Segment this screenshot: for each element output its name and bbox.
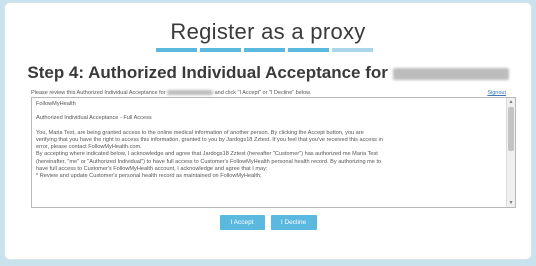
progress-step-3 (244, 48, 285, 52)
redacted-patient-name (392, 67, 509, 80)
scrollbar-thumb[interactable] (508, 107, 514, 151)
agreement-line: error, please contact FollowMyHealth.com… (36, 144, 142, 151)
agreement-text: FollowMyHealth Authorized Individual Acce… (36, 101, 502, 181)
step-title-text: Step 4: Authorized Individual Acceptance… (27, 63, 388, 82)
progress-step-2 (200, 48, 241, 52)
signout-link[interactable]: Signout (487, 90, 506, 96)
instruction-before: Please review this Authorized Individual… (31, 90, 166, 96)
accept-button[interactable]: I Accept (219, 215, 265, 230)
agreement-line: verifying that you have the right to acc… (36, 136, 383, 143)
agreement-line: have full access to Customer's FollowMyH… (36, 166, 268, 173)
instruction-text: Please review this Authorized Individual… (31, 90, 501, 96)
progress-step-4 (288, 48, 329, 52)
step-title: Step 4: Authorized Individual Acceptance… (5, 63, 531, 83)
scroll-up-icon[interactable]: ▲ (507, 98, 515, 106)
agreement-line: * Review and update Customer's personal … (36, 173, 262, 180)
agreement-line: Authorized Individual Acceptance - Full … (36, 115, 152, 122)
progress-indicator (156, 48, 373, 52)
instruction-after: and click "I Accept" or "I Decline" belo… (214, 90, 312, 96)
agreement-line: (hereinafter, "me" or "Authorized Indivi… (36, 158, 382, 165)
agreement-line: You, Maria Test, are being granted acces… (36, 129, 364, 136)
progress-step-5 (332, 48, 373, 52)
progress-step-1 (156, 48, 197, 52)
agreement-textbox[interactable]: FollowMyHealth Authorized Individual Acce… (31, 97, 516, 208)
decline-button[interactable]: I Decline (270, 215, 317, 230)
scrollbar[interactable]: ▲ ▼ (506, 98, 515, 207)
page-title: Register as a proxy (170, 19, 366, 44)
scroll-down-icon[interactable]: ▼ (507, 199, 515, 207)
agreement-line: FollowMyHealth (36, 101, 76, 107)
registration-card: Register as a proxy Step 4: Authorized I… (4, 2, 532, 260)
agreement-line: By accepting where indicated below, I ac… (36, 151, 378, 158)
action-buttons: I Accept I Decline (5, 215, 531, 230)
redacted-name (167, 90, 214, 96)
